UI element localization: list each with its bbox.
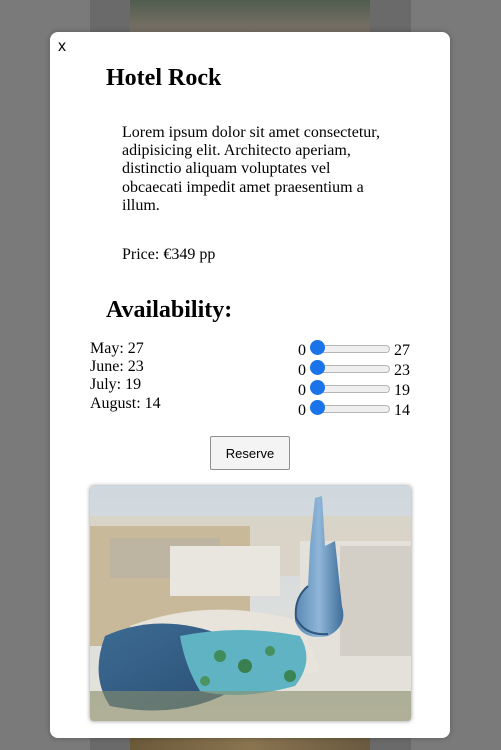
slider-max-label: 27 <box>394 342 410 359</box>
availability-month-may: May: 27 <box>90 340 144 357</box>
hotel-modal: x Hotel Rock Lorem ipsum dolor sit amet … <box>50 32 450 738</box>
slider-thumb-june[interactable] <box>310 360 325 375</box>
hotel-title: Hotel Rock <box>106 65 222 91</box>
slider-min-label: 0 <box>298 382 306 399</box>
slider-thumb-august[interactable] <box>310 400 325 415</box>
slider-max-label: 14 <box>394 402 410 419</box>
slider-max-label: 19 <box>394 382 410 399</box>
availability-sliders: 0 27 0 23 0 19 0 14 <box>298 340 418 420</box>
reserve-button[interactable]: Reserve <box>210 436 290 470</box>
slider-min-label: 0 <box>298 362 306 379</box>
slider-thumb-july[interactable] <box>310 380 325 395</box>
availability-month-june: June: 23 <box>90 358 144 376</box>
availability-month-august: August: 14 <box>90 394 161 412</box>
slider-row-may: 0 27 <box>298 340 418 360</box>
slider-row-august: 0 14 <box>298 400 418 420</box>
slider-min-label: 0 <box>298 342 306 359</box>
slider-row-july: 0 19 <box>298 380 418 400</box>
background-image-bottom <box>130 736 370 750</box>
hotel-photo <box>90 486 411 721</box>
hotel-price: Price: €349 pp <box>122 246 216 263</box>
slider-row-june: 0 23 <box>298 360 418 380</box>
close-button[interactable]: x <box>58 37 66 57</box>
availability-list: May: 27 June: 23 July: 19 August: 14 <box>90 340 161 413</box>
slider-thumb-may[interactable] <box>310 340 325 355</box>
hotel-description: Lorem ipsum dolor sit amet consectetur, … <box>122 124 380 214</box>
availability-heading: Availability: <box>106 297 233 323</box>
background-image-top <box>130 0 370 34</box>
slider-max-label: 23 <box>394 362 410 379</box>
availability-month-july: July: 19 <box>90 376 142 394</box>
slider-min-label: 0 <box>298 402 306 419</box>
